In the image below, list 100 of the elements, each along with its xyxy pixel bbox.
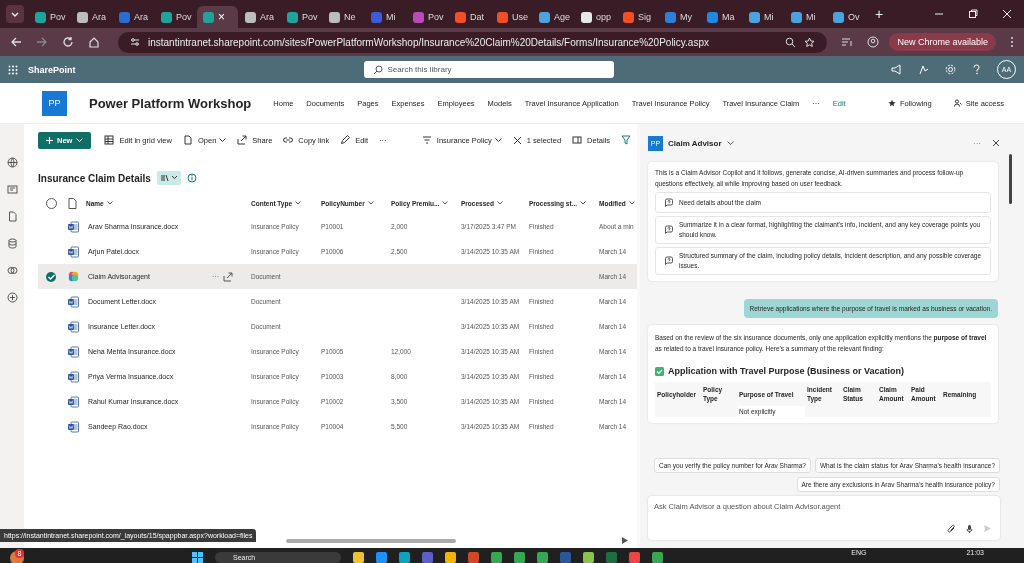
share-icon[interactable] — [223, 271, 233, 282]
home-icon[interactable] — [88, 36, 100, 48]
loop-icon[interactable] — [6, 265, 18, 276]
tab-search-button[interactable] — [6, 5, 24, 23]
more-button[interactable]: ··· — [973, 138, 981, 148]
microphone-icon[interactable] — [966, 524, 973, 534]
globe-icon[interactable] — [6, 157, 18, 168]
taskbar-app-icon[interactable] — [629, 552, 640, 563]
restore-icon[interactable] — [968, 9, 978, 19]
browser-tab[interactable]: My — [659, 6, 700, 28]
lines-icon[interactable] — [421, 135, 432, 145]
browser-tab[interactable]: Ne — [323, 6, 364, 28]
agent-title[interactable]: Claim Advisor — [668, 138, 722, 148]
browser-tab[interactable]: opp — [575, 6, 616, 28]
plus-icon[interactable] — [46, 136, 53, 144]
clear-icon[interactable] — [512, 135, 522, 145]
scrollbar[interactable] — [286, 539, 456, 543]
copilot-icon[interactable] — [918, 64, 929, 75]
site-settings-icon[interactable] — [130, 37, 140, 47]
filter-icon[interactable] — [621, 135, 631, 145]
caret-icon[interactable] — [295, 201, 302, 205]
caret-icon[interactable] — [580, 201, 587, 205]
browser-tab[interactable]: × — [197, 6, 238, 28]
browser-tab[interactable]: Age — [533, 6, 574, 28]
taskbar-app-icon[interactable] — [652, 552, 663, 563]
caret-icon[interactable] — [496, 201, 503, 205]
library-icon[interactable] — [160, 174, 177, 182]
star-icon[interactable] — [887, 99, 896, 107]
tab-title: Ne — [344, 12, 356, 22]
browser-tab[interactable]: Mi — [365, 6, 406, 28]
megaphone-icon[interactable] — [891, 64, 902, 75]
add-icon[interactable] — [6, 292, 18, 303]
browser-tab[interactable]: Ara — [113, 6, 154, 28]
back-icon[interactable] — [10, 36, 22, 48]
taskbar-app-icon[interactable] — [399, 552, 410, 563]
taskbar-app-icon[interactable] — [445, 552, 456, 563]
question-bubble-icon[interactable] — [664, 225, 674, 235]
app-name[interactable]: SharePoint — [28, 64, 76, 75]
taskbar-app-icon[interactable] — [468, 552, 479, 563]
selected-check-icon[interactable] — [46, 271, 56, 282]
caret-icon[interactable] — [219, 137, 227, 143]
person-icon[interactable] — [953, 99, 962, 107]
help-icon[interactable] — [972, 64, 981, 75]
windows-icon[interactable] — [192, 552, 203, 563]
reload-icon[interactable] — [62, 36, 74, 48]
share-icon[interactable] — [237, 135, 248, 145]
browser-tab[interactable]: Pov — [281, 6, 322, 28]
pencil-icon[interactable] — [340, 135, 351, 145]
attach-icon[interactable] — [947, 524, 956, 534]
grid-icon[interactable] — [104, 135, 115, 145]
browser-tab[interactable]: Ara — [239, 6, 280, 28]
taskbar-app-icon[interactable] — [583, 552, 594, 563]
document-icon[interactable] — [182, 135, 193, 145]
taskbar-app-icon[interactable] — [537, 552, 548, 563]
browser-tab[interactable]: Ma — [701, 6, 742, 28]
browser-tab[interactable]: Pov — [29, 6, 70, 28]
site-title[interactable]: Power Platform Workshop — [89, 95, 252, 111]
taskbar-app-icon[interactable] — [376, 552, 387, 563]
search-field[interactable]: Search this library — [363, 61, 614, 78]
taskbar-app-icon[interactable] — [491, 552, 502, 563]
profile-icon[interactable] — [867, 36, 880, 48]
media-icon[interactable] — [841, 36, 854, 48]
caret-icon[interactable] — [494, 137, 502, 143]
link-icon[interactable] — [283, 135, 294, 145]
browser-tab[interactable]: Ov — [827, 6, 868, 28]
taskbar-app-icon[interactable] — [353, 552, 364, 563]
question-bubble-icon[interactable] — [664, 197, 674, 208]
browser-tab[interactable]: Mi — [785, 6, 826, 28]
browser-tab[interactable]: Sig — [617, 6, 658, 28]
settings-icon[interactable] — [945, 64, 956, 75]
caret-icon[interactable] — [442, 201, 449, 205]
news-icon[interactable] — [6, 184, 18, 195]
update-button[interactable]: New Chrome available — [889, 33, 996, 51]
caret-icon[interactable] — [628, 201, 635, 205]
database-icon[interactable] — [6, 238, 18, 249]
browser-tab[interactable]: Mi — [743, 6, 784, 28]
star-icon[interactable] — [804, 36, 816, 48]
taskbar-app-icon[interactable] — [514, 552, 525, 563]
close-tab-button[interactable]: × — [218, 10, 225, 24]
scrollbar[interactable] — [1009, 154, 1012, 204]
library-view-button[interactable] — [156, 171, 181, 185]
caret-icon[interactable] — [106, 201, 113, 205]
file-icon[interactable] — [6, 211, 18, 222]
chevron-down-icon[interactable] — [726, 140, 734, 146]
close-icon[interactable] — [992, 139, 1000, 147]
panel-icon[interactable] — [572, 135, 583, 145]
browser-tab[interactable]: Pov — [407, 6, 448, 28]
browser-tab[interactable]: Ara — [71, 6, 112, 28]
question-bubble-icon[interactable] — [664, 256, 674, 266]
browser-tab[interactable]: Use — [491, 6, 532, 28]
app-launcher-icon[interactable] — [8, 64, 18, 75]
info-icon[interactable] — [186, 173, 197, 183]
forward-icon[interactable] — [36, 36, 48, 48]
caret-icon[interactable] — [367, 201, 374, 205]
new-tab-button[interactable]: + — [875, 6, 884, 22]
browser-tab[interactable]: Dat — [449, 6, 490, 28]
browser-tab[interactable]: Pov — [155, 6, 196, 28]
zoom-icon[interactable] — [785, 36, 797, 48]
scroll-right-icon[interactable] — [622, 537, 628, 544]
menu-icon[interactable] — [1010, 36, 1014, 48]
